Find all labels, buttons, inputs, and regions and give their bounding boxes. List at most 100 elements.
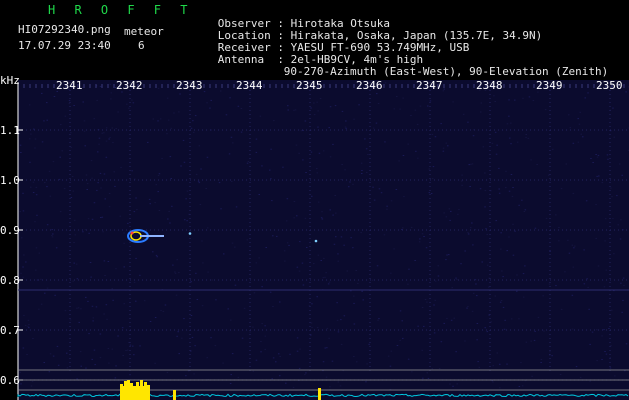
noise-speck — [27, 319, 30, 321]
noise-speck — [193, 373, 195, 375]
noise-speck — [310, 107, 312, 109]
x-tick-label: 2347 — [416, 79, 443, 92]
noise-speck — [46, 287, 49, 289]
noise-speck — [393, 248, 395, 250]
noise-speck — [190, 315, 193, 316]
noise-speck — [424, 299, 427, 300]
noise-speck — [486, 331, 489, 333]
noise-speck — [237, 105, 240, 107]
noise-speck — [29, 161, 31, 163]
noise-speck — [537, 316, 540, 318]
noise-speck — [438, 368, 441, 370]
noise-speck — [154, 317, 157, 318]
noise-speck — [101, 132, 103, 134]
noise-speck — [95, 306, 98, 308]
noise-speck — [299, 241, 301, 243]
noise-speck — [91, 358, 93, 360]
noise-speck — [567, 239, 569, 241]
noise-speck — [324, 276, 326, 278]
noise-speck — [340, 319, 342, 321]
noise-speck — [34, 138, 37, 140]
noise-speck — [387, 355, 390, 357]
noise-speck — [157, 120, 159, 122]
noise-speck — [440, 123, 442, 125]
noise-speck — [395, 189, 398, 190]
noise-speck — [502, 306, 505, 308]
x-tick-label: 2345 — [296, 79, 323, 92]
noise-speck — [246, 239, 249, 241]
noise-speck — [160, 309, 162, 311]
noise-speck — [128, 342, 130, 343]
noise-speck — [158, 173, 161, 175]
noise-speck — [155, 184, 158, 186]
noise-speck — [51, 236, 54, 238]
noise-speck — [452, 385, 454, 387]
noise-speck — [293, 201, 296, 202]
noise-speck — [313, 114, 316, 116]
noise-speck — [344, 169, 346, 171]
noise-speck — [437, 265, 439, 267]
noise-speck — [302, 159, 304, 161]
noise-speck — [270, 148, 272, 150]
noise-speck — [292, 386, 295, 388]
noise-speck — [549, 251, 551, 252]
noise-speck — [111, 348, 114, 350]
noise-speck — [353, 323, 356, 325]
noise-speck — [511, 195, 514, 197]
noise-speck — [172, 264, 174, 266]
noise-speck — [55, 247, 58, 249]
noise-speck — [612, 107, 614, 109]
noise-speck — [52, 233, 54, 235]
noise-speck — [203, 91, 206, 93]
noise-speck — [110, 92, 113, 94]
noise-speck — [518, 318, 520, 320]
noise-speck — [583, 283, 586, 285]
y-tick-label: 1.1 — [0, 124, 20, 137]
noise-speck — [555, 214, 557, 216]
noise-speck — [573, 247, 575, 249]
noise-speck — [22, 347, 25, 349]
noise-speck — [389, 365, 392, 367]
noise-speck — [108, 362, 110, 364]
noise-speck — [464, 250, 466, 252]
noise-speck — [220, 208, 222, 210]
noise-speck — [261, 165, 263, 167]
noise-speck — [296, 337, 299, 339]
noise-speck — [326, 347, 328, 349]
noise-speck — [597, 265, 600, 267]
noise-speck — [43, 120, 45, 122]
noise-speck — [343, 244, 345, 246]
noise-speck — [139, 274, 141, 276]
noise-speck — [384, 82, 387, 84]
noise-speck — [492, 365, 494, 367]
noise-speck — [108, 138, 110, 140]
noise-speck — [310, 322, 313, 324]
noise-speck — [499, 301, 502, 303]
noise-speck — [317, 110, 319, 112]
noise-speck — [504, 319, 506, 321]
noise-speck — [521, 385, 524, 387]
noise-speck — [456, 278, 458, 280]
noise-speck — [531, 375, 533, 377]
noise-speck — [457, 213, 459, 215]
noise-speck — [220, 90, 222, 92]
noise-speck — [393, 108, 396, 110]
noise-speck — [207, 271, 209, 273]
noise-speck — [455, 277, 457, 279]
noise-speck — [625, 343, 628, 345]
noise-speck — [608, 328, 610, 329]
noise-speck — [183, 161, 186, 163]
noise-speck — [336, 319, 339, 321]
noise-speck — [211, 279, 214, 281]
noise-speck — [273, 120, 275, 122]
noise-speck — [461, 184, 463, 186]
noise-speck — [269, 291, 272, 293]
noise-speck — [491, 142, 494, 144]
noise-speck — [132, 102, 135, 104]
noise-speck — [472, 292, 475, 294]
noise-speck — [334, 195, 336, 196]
noise-speck — [411, 371, 413, 373]
noise-speck — [505, 187, 507, 189]
noise-speck — [555, 285, 557, 287]
noise-speck — [368, 343, 370, 345]
